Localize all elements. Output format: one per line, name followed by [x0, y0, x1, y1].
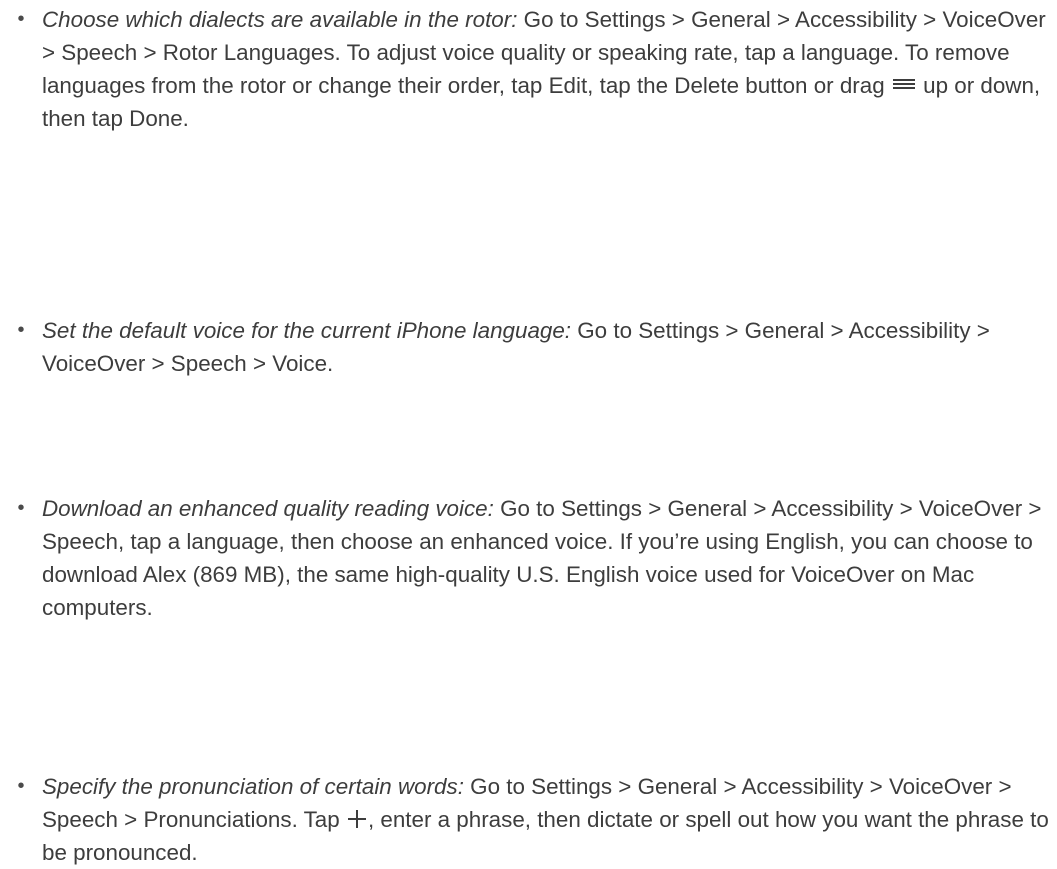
- item-lead: Choose which dialects are available in t…: [42, 7, 518, 32]
- bullet: •: [17, 319, 25, 341]
- document-page: • Choose which dialects are available in…: [0, 0, 1057, 865]
- item-lead: Specify the pronunciation of certain wor…: [42, 774, 464, 799]
- instructions-list: • Choose which dialects are available in…: [17, 0, 1052, 865]
- bullet: •: [17, 775, 25, 797]
- bullet: •: [17, 8, 25, 30]
- reorder-icon: [892, 79, 915, 91]
- item-lead: Download an enhanced quality reading voi…: [42, 496, 494, 521]
- list-item-default-voice: • Set the default voice for the current …: [17, 314, 1052, 380]
- plus-icon: [347, 810, 366, 828]
- item-lead: Set the default voice for the current iP…: [42, 318, 572, 343]
- list-item-pronunciation: • Specify the pronunciation of certain w…: [17, 770, 1052, 869]
- bullet: •: [17, 497, 25, 519]
- list-item-rotor-dialects: • Choose which dialects are available in…: [17, 3, 1052, 135]
- list-item-enhanced-voice: • Download an enhanced quality reading v…: [17, 492, 1052, 624]
